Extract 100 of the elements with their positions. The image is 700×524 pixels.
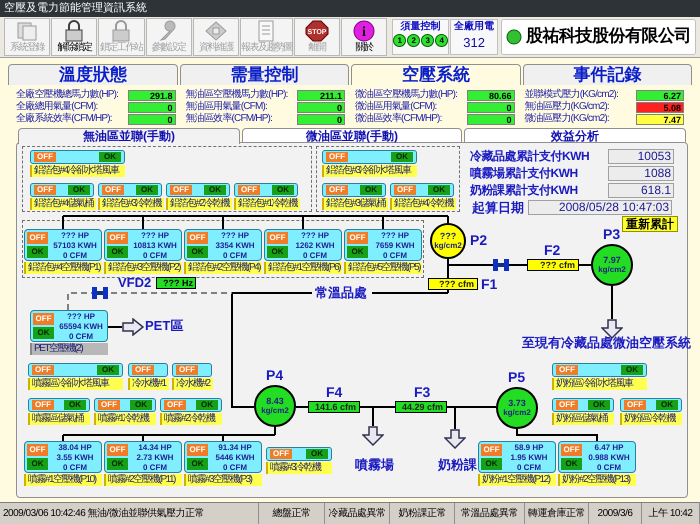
destination-label: 噴霧場 bbox=[355, 458, 394, 472]
power-reading: ??? HP bbox=[301, 231, 329, 241]
metric-value: 0 bbox=[297, 102, 345, 112]
unit-label: 鋁箔包#3冷卻水塔風車 bbox=[322, 165, 417, 177]
ok-indicator: OK bbox=[187, 458, 208, 470]
power-reading: ??? HP bbox=[141, 231, 169, 241]
ok-indicator: OK bbox=[267, 246, 288, 258]
unit-label: 鋁箔包#1空壓機(P6) bbox=[264, 262, 342, 274]
ok-indicator: OK bbox=[27, 246, 48, 258]
pressure-unit: kg/cm2 bbox=[261, 406, 289, 416]
down-arrow-icon bbox=[444, 429, 466, 449]
sub-tab[interactable]: 微油區並聯(手動) bbox=[242, 128, 462, 142]
destination-label: 至現有冷藏品處微油空壓系統 bbox=[522, 336, 691, 350]
flow-meter-label: F3 bbox=[414, 385, 430, 399]
destination-label: 常溫品處 bbox=[314, 286, 368, 300]
ok-indicator: OK bbox=[656, 400, 678, 410]
sub-tab[interactable]: 效益分析 bbox=[464, 128, 686, 142]
flow-value: 44.29 cfm bbox=[395, 401, 447, 413]
off-indicator: OFF bbox=[132, 365, 154, 375]
flow-meter-label: F1 bbox=[481, 277, 498, 291]
metric-value: 0 bbox=[128, 114, 176, 124]
off-indicator: OFF bbox=[187, 444, 208, 456]
pipe-line bbox=[108, 326, 122, 328]
destination-label: 奶粉課 bbox=[438, 458, 477, 472]
ok-indicator: OK bbox=[272, 185, 294, 195]
ok-indicator: OK bbox=[204, 185, 226, 195]
metric-value: 0 bbox=[466, 114, 514, 124]
metric-label: 無油區壓力(KG/cm2): bbox=[524, 101, 609, 112]
tab[interactable]: 溫度狀態 bbox=[8, 64, 178, 85]
tab[interactable]: 事件記錄 bbox=[522, 64, 692, 85]
pressure-value: 7.97 bbox=[603, 255, 621, 265]
metric-label: 無油區效率(CFM/HP): bbox=[186, 113, 272, 125]
unit-label: 冷水機#1 bbox=[128, 378, 169, 390]
metric-value: 7.47 bbox=[636, 114, 684, 124]
status-light-icon bbox=[506, 29, 522, 45]
ok-indicator: OK bbox=[97, 365, 119, 375]
ok-indicator: OK bbox=[306, 449, 328, 459]
start-date-label: 起算日期 bbox=[472, 200, 524, 215]
pressure-value: ??? bbox=[440, 231, 456, 241]
unit-label: PET空壓機(2) bbox=[30, 343, 108, 355]
off-indicator: OFF bbox=[107, 232, 128, 244]
padlock-icon bbox=[66, 20, 83, 42]
off-indicator: OFF bbox=[34, 185, 56, 195]
ok-indicator: OK bbox=[33, 327, 54, 339]
wrench-icon bbox=[160, 20, 176, 40]
pressure-unit: kg/cm2 bbox=[598, 265, 626, 275]
off-indicator: OFF bbox=[347, 232, 368, 244]
stage-indicator: 1 bbox=[393, 34, 406, 47]
energy-reading: 57103 KWH bbox=[53, 241, 97, 251]
off-indicator: OFF bbox=[267, 232, 288, 244]
off-indicator: OFF bbox=[102, 185, 124, 195]
valve-icon bbox=[493, 259, 509, 271]
power-reading: 91.34 HP bbox=[218, 443, 252, 453]
metric-value: 0 bbox=[128, 102, 176, 112]
flow-reading: 0 CFM bbox=[143, 251, 167, 261]
toolbar-button[interactable]: 解除鎖定 bbox=[51, 18, 98, 56]
flow-value: 141.6 cfm bbox=[308, 401, 360, 413]
status-bar-field: 2009/3/6 bbox=[589, 503, 642, 524]
vfd-label: VFD2 bbox=[118, 276, 152, 289]
ok-indicator: OK bbox=[27, 458, 48, 470]
off-indicator: OFF bbox=[107, 444, 128, 456]
tab[interactable]: 需量控制 bbox=[180, 64, 349, 85]
analysis-value: 1088 bbox=[608, 166, 674, 181]
pressure-value: 8.43 bbox=[266, 396, 284, 406]
analysis-value: 10053 bbox=[608, 149, 674, 164]
unit-label: 噴霧#1冷乾機 bbox=[94, 413, 156, 425]
start-date-value: 2008/05/28 10:47:03 bbox=[528, 200, 672, 215]
off-indicator: OFF bbox=[326, 152, 348, 162]
power-reading: ??? HP bbox=[221, 231, 249, 241]
status-bar-field: 常溫品處異常 bbox=[455, 503, 525, 524]
off-indicator: OFF bbox=[33, 313, 54, 325]
metric-value: 0 bbox=[466, 102, 514, 112]
off-indicator: OFF bbox=[32, 365, 54, 375]
flow-meter-label: F4 bbox=[326, 385, 342, 399]
unit-label: 噴霧區冷卻水塔風車 bbox=[28, 378, 123, 390]
unit-label: 奶粉#1空壓機(P12) bbox=[478, 474, 556, 486]
metric-label: 微油區效率(CFM/HP): bbox=[355, 113, 442, 125]
ok-indicator: OK bbox=[391, 152, 413, 162]
sub-tab[interactable]: 無油區並聯(手動) bbox=[18, 128, 240, 144]
reset-button[interactable]: 重新累計 bbox=[622, 216, 678, 232]
metric-label: 無油區用氣量(CFM): bbox=[186, 101, 267, 112]
ok-indicator: OK bbox=[136, 185, 158, 195]
ok-indicator: OK bbox=[99, 152, 121, 162]
off-indicator: OFF bbox=[238, 185, 260, 195]
off-indicator: OFF bbox=[326, 185, 348, 195]
unit-label: 噴霧#2冷乾機 bbox=[160, 413, 222, 425]
flow-reading: 0 CFM bbox=[303, 251, 327, 261]
toolbar-button[interactable]: i 關於 bbox=[341, 18, 388, 56]
metric-label: 全廠系統效率(CFM/HP): bbox=[16, 113, 112, 125]
status-bar-field: 冷藏品處異常 bbox=[325, 503, 390, 524]
tab[interactable]: 空壓系統 bbox=[351, 64, 520, 85]
padlock-icon bbox=[112, 20, 130, 42]
pressure-value: 3.73 bbox=[508, 398, 526, 408]
document-icon bbox=[258, 20, 274, 42]
destination-label: PET區 bbox=[145, 319, 184, 333]
off-indicator: OFF bbox=[98, 400, 120, 410]
flow-reading: 0 CFM bbox=[223, 463, 247, 473]
ok-indicator: OK bbox=[428, 185, 450, 195]
unit-label: 鋁箔包#2冷乾機 bbox=[166, 198, 232, 210]
flow-meter-label: F2 bbox=[544, 243, 560, 257]
